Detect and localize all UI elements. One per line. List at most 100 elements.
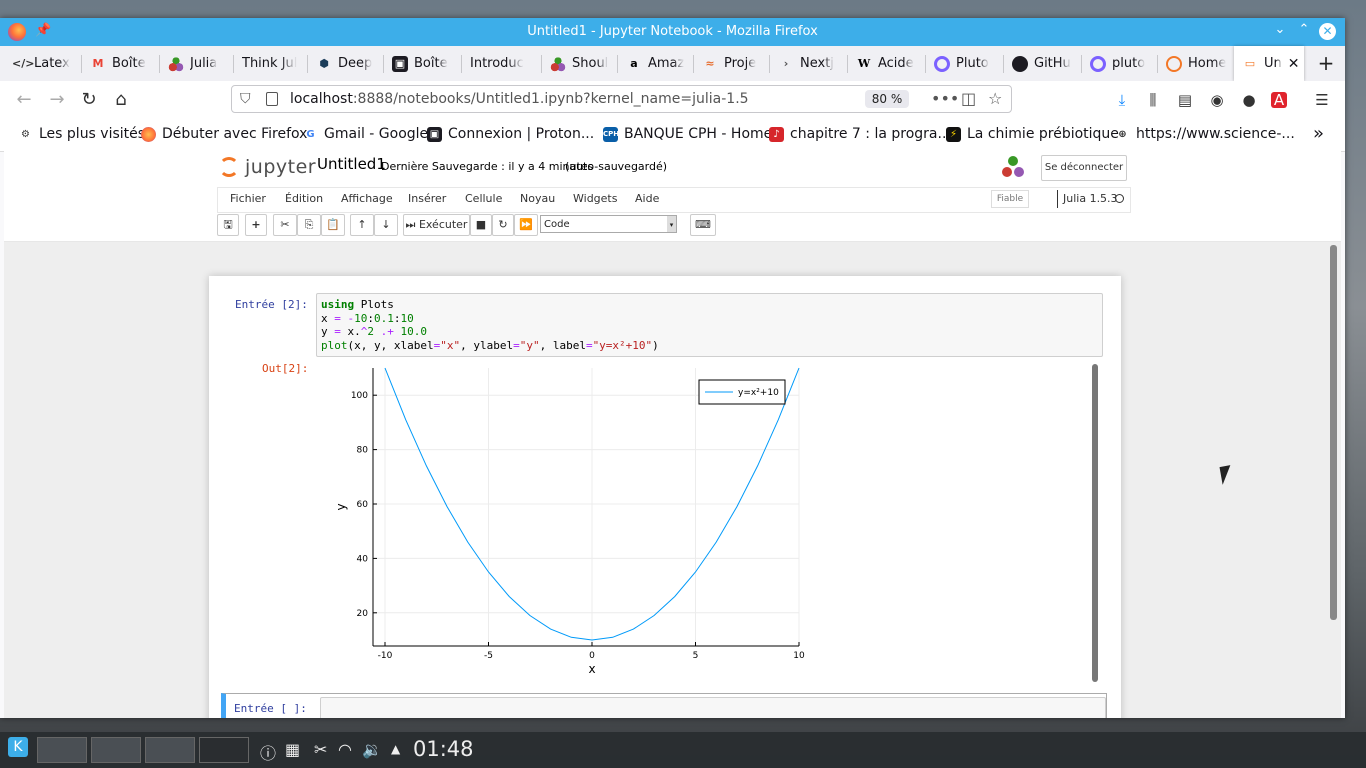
trusted-indicator[interactable]: Fiable bbox=[991, 190, 1029, 208]
menu-cell[interactable]: Cellule bbox=[465, 192, 502, 205]
bookmark-chimie[interactable]: ⚡ La chimie prébiotique bbox=[946, 126, 1119, 142]
tools-icon[interactable]: ✂ bbox=[314, 740, 327, 759]
more-bookmarks-icon[interactable]: » bbox=[1313, 123, 1324, 144]
page-scrollbar[interactable] bbox=[1330, 245, 1337, 620]
acrobat-icon[interactable]: A bbox=[1271, 92, 1287, 108]
tab-wikipedia[interactable]: W Acide bbox=[848, 46, 926, 81]
tab-should[interactable]: Shoul bbox=[542, 46, 618, 81]
tab-pluto-2[interactable]: pluto bbox=[1082, 46, 1158, 81]
tab-untitled1[interactable]: ▭ Un ✕ bbox=[1234, 46, 1304, 81]
tab-amazon[interactable]: a Amaz bbox=[618, 46, 694, 81]
save-icon[interactable]: 🖫 bbox=[217, 214, 239, 236]
tab-introduction[interactable]: Introduc bbox=[462, 46, 542, 81]
code-cell-input-empty[interactable] bbox=[320, 697, 1106, 718]
menu-kernel[interactable]: Noyau bbox=[520, 192, 555, 205]
restart-icon[interactable]: ↻ bbox=[492, 214, 514, 236]
back-button[interactable]: ← bbox=[12, 89, 36, 111]
tab-deep[interactable]: ⬢ Deep bbox=[308, 46, 384, 81]
close-tab-icon[interactable]: ✕ bbox=[1288, 56, 1300, 72]
copy-icon[interactable]: ⎘ bbox=[297, 214, 321, 236]
clock[interactable]: 01:48 bbox=[413, 737, 474, 761]
info-icon[interactable]: ⓘ bbox=[260, 740, 276, 764]
keyboard-icon[interactable]: ⌨ bbox=[690, 214, 716, 236]
github-icon bbox=[1012, 55, 1028, 72]
account-icon[interactable]: ◉ bbox=[1207, 90, 1227, 110]
zoom-level[interactable]: 80 % bbox=[865, 90, 909, 108]
tab-nextjournal[interactable]: › Nextj bbox=[770, 46, 848, 81]
menu-widgets[interactable]: Widgets bbox=[573, 192, 617, 205]
bookmark-most-visited[interactable]: ⚙ Les plus visités bbox=[18, 126, 145, 142]
more-actions-icon[interactable]: ••• bbox=[931, 89, 959, 108]
wifi-icon[interactable]: ◠ bbox=[338, 740, 352, 759]
sidebar-icon[interactable]: ▤ bbox=[1175, 90, 1195, 110]
minimize-icon[interactable]: ⌄ bbox=[1270, 22, 1290, 37]
tab-boite-proton[interactable]: ▣ Boîte bbox=[384, 46, 462, 81]
cell-type-select[interactable]: Code ▾ bbox=[540, 215, 677, 233]
volume-icon[interactable]: 🔉 bbox=[362, 740, 382, 759]
tab-latex[interactable]: </> Latex bbox=[4, 46, 82, 81]
lightning-icon: ⚡ bbox=[946, 126, 961, 142]
tab-julia[interactable]: Julia bbox=[160, 46, 234, 81]
menu-insert[interactable]: Insérer bbox=[408, 192, 446, 205]
tray-expand-icon[interactable]: ▲ bbox=[391, 742, 400, 756]
kde-menu-icon[interactable]: K bbox=[8, 737, 28, 757]
download-icon[interactable]: ⤓ bbox=[1112, 90, 1132, 110]
extension-icon[interactable]: ● bbox=[1239, 90, 1259, 110]
tab-project[interactable]: ≈ Proje bbox=[694, 46, 770, 81]
menu-view[interactable]: Affichage bbox=[341, 192, 393, 205]
menu-edit[interactable]: Édition bbox=[285, 192, 323, 205]
network-manager-icon[interactable]: ▦ bbox=[285, 740, 300, 759]
jupyter-logo[interactable]: jupyter bbox=[219, 156, 316, 178]
logout-button[interactable]: Se déconnecter bbox=[1041, 155, 1127, 181]
tab-think-julia[interactable]: Think Jul bbox=[234, 46, 308, 81]
close-icon[interactable]: ✕ bbox=[1319, 23, 1336, 40]
new-tab-button[interactable]: + bbox=[1314, 46, 1338, 81]
menu-help[interactable]: Aide bbox=[635, 192, 659, 205]
maximize-icon[interactable]: ⌃ bbox=[1294, 22, 1314, 37]
bookmark-gmail[interactable]: G Gmail - Google bbox=[303, 126, 428, 142]
tab-github[interactable]: GitHu bbox=[1004, 46, 1082, 81]
input-prompt-empty: Entrée [ ]: bbox=[234, 702, 307, 715]
y-tick-label: 80 bbox=[357, 446, 369, 456]
shield-icon[interactable]: ⛉ bbox=[240, 91, 251, 107]
output-scrollbar[interactable] bbox=[1092, 364, 1098, 682]
bookmark-chapitre7[interactable]: ♪ chapitre 7 : la progra... bbox=[769, 126, 951, 142]
cut-icon[interactable]: ✂ bbox=[273, 214, 297, 236]
bookmark-science[interactable]: ⊕ https://www.science-... bbox=[1115, 126, 1294, 142]
tab-boite-gmail[interactable]: M Boîte bbox=[82, 46, 160, 81]
bookmark-proton[interactable]: ▣ Connexion | Proton... bbox=[427, 126, 594, 142]
move-down-icon[interactable]: ↓ bbox=[374, 214, 398, 236]
reload-button[interactable]: ↻ bbox=[77, 89, 101, 111]
virtual-desktop-2[interactable] bbox=[91, 737, 141, 763]
virtual-desktop-3[interactable] bbox=[145, 737, 195, 763]
library-icon[interactable]: ⫼ bbox=[1143, 90, 1163, 110]
code-cell-input[interactable]: using Plots x = -10:0.1:10 y = x.^2 .+ 1… bbox=[316, 293, 1103, 357]
menu-file[interactable]: Fichier bbox=[230, 192, 266, 205]
menu-icon[interactable]: ☰ bbox=[1312, 90, 1332, 110]
pocket-icon[interactable]: ◫ bbox=[961, 89, 976, 108]
add-cell-icon[interactable]: + bbox=[245, 214, 267, 236]
kernel-name[interactable]: Julia 1.5.3 bbox=[1057, 190, 1118, 208]
url-bar[interactable]: ⛉ localhost:8888/notebooks/Untitled1.ipy… bbox=[231, 85, 1012, 113]
notebook-name[interactable]: Untitled1 bbox=[317, 155, 386, 173]
virtual-desktop-4[interactable] bbox=[199, 737, 249, 763]
selected-code-cell[interactable]: Entrée [ ]: bbox=[221, 693, 1107, 718]
fast-forward-icon[interactable]: ⏩ bbox=[514, 214, 538, 236]
bookmark-banque[interactable]: CPH BANQUE CPH - Home bbox=[603, 126, 772, 142]
move-up-icon[interactable]: ↑ bbox=[350, 214, 374, 236]
page-info-icon[interactable] bbox=[266, 92, 278, 106]
tab-pluto[interactable]: Pluto bbox=[926, 46, 1004, 81]
bookmark-star-icon[interactable]: ☆ bbox=[988, 89, 1002, 108]
url-text[interactable]: localhost:8888/notebooks/Untitled1.ipynb… bbox=[290, 91, 749, 107]
bookmark-getting-started[interactable]: Débuter avec Firefox bbox=[141, 126, 307, 142]
virtual-desktop-1[interactable] bbox=[37, 737, 87, 763]
title-bar[interactable]: 📌 Untitled1 - Jupyter Notebook - Mozilla… bbox=[0, 18, 1345, 46]
proton-icon: ▣ bbox=[392, 55, 408, 72]
home-button[interactable]: ⌂ bbox=[109, 89, 133, 111]
paste-icon[interactable]: 📋 bbox=[321, 214, 345, 236]
run-button[interactable]: ⏭ Exécuter bbox=[403, 214, 470, 236]
stop-icon[interactable]: ■ bbox=[470, 214, 492, 236]
forward-button[interactable]: → bbox=[45, 89, 69, 111]
plot-svg: -10 -5 0 5 10 20 40 60 80 100 x y y=x²+10 bbox=[334, 367, 805, 676]
tab-home[interactable]: Home bbox=[1158, 46, 1234, 81]
